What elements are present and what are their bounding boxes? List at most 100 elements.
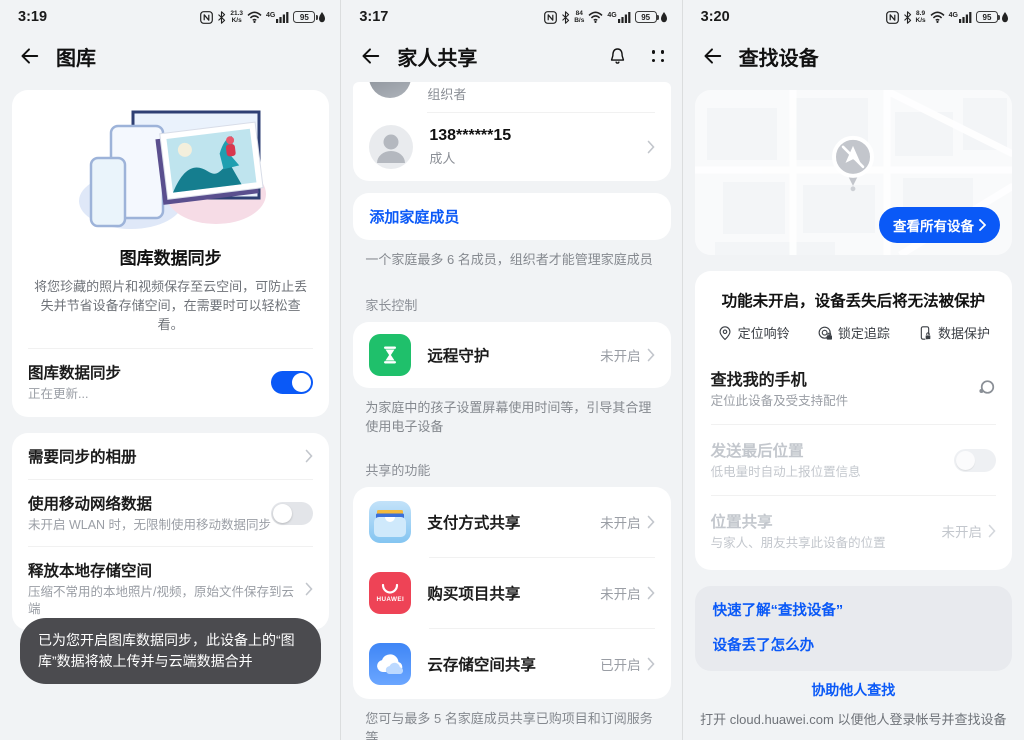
sync-card-title: 图库数据同步 (12, 244, 329, 269)
row-sublabel: 低电量时自动上报位置信息 (711, 464, 954, 481)
wifi-icon (588, 11, 603, 23)
row-label: 需要同步的相册 (28, 445, 305, 467)
status-icons: 84B/s 4G 95 (544, 10, 666, 24)
albums-to-sync-row[interactable]: 需要同步的相册 (12, 433, 329, 479)
feature-label: 定位响铃 (738, 323, 790, 342)
gallery-sync-card: 图库数据同步 将您珍藏的照片和视频保存至云空间，可防止丢失并节省设备存储空间，在… (12, 90, 329, 417)
organizer-member-row[interactable]: 组织者 (353, 82, 670, 112)
payment-sharing-row[interactable]: 支付方式共享 未开启 (353, 487, 670, 557)
send-last-location-row[interactable]: 发送最后位置 低电量时自动上报位置信息 (695, 425, 1012, 495)
parental-controls-card: 远程守护 未开启 (353, 322, 670, 388)
nfc-icon (544, 11, 557, 24)
page-title: 图库 (56, 42, 323, 71)
status-time: 3:17 (359, 9, 388, 25)
app-header: 家人共享 (341, 30, 682, 82)
locate-ring-feature: 定位响铃 (717, 323, 790, 342)
members-hint: 一个家庭最多 6 名成员，组织者才能管理家庭成员 (365, 250, 658, 269)
battery-icon: 95 (976, 11, 998, 23)
remote-guard-row[interactable]: 远程守护 未开启 (353, 322, 670, 388)
data-protection-feature: 数据保护 (917, 323, 990, 342)
map-pin-icon (717, 325, 733, 341)
device-map-card[interactable]: 查看所有设备 (695, 90, 1012, 255)
sync-card-description: 将您珍藏的照片和视频保存至云空间，可防止丢失并节省设备存储空间，在需要时可以轻松… (12, 269, 329, 348)
adult-member-row[interactable]: 138******15 成人 (353, 113, 670, 181)
status-bar: 3:19 21.3K/s 4G 95 (0, 0, 341, 30)
chevron-right-icon (647, 657, 655, 671)
charging-icon (661, 12, 667, 23)
wallet-icon (369, 501, 411, 543)
row-label: 位置共享 (711, 510, 942, 532)
charging-icon (319, 12, 325, 23)
feature-label: 数据保护 (938, 323, 990, 342)
gallery-sync-toggle-row[interactable]: 图库数据同步 正在更新... (12, 349, 329, 415)
back-icon[interactable] (18, 45, 40, 67)
bluetooth-icon (217, 11, 226, 24)
row-label: 远程守护 (427, 344, 600, 366)
row-sublabel: 与家人、朋友共享此设备的位置 (711, 535, 942, 552)
row-status: 未开启 (941, 521, 982, 541)
avatar (369, 82, 411, 98)
family-sharing-screen: 3:17 84B/s 4G 95 家人共享 组织者 1 (341, 0, 682, 740)
battery-icon: 95 (635, 11, 657, 23)
loading-spinner-icon (976, 379, 996, 397)
toggle-row-status: 正在更新... (28, 386, 271, 403)
signal-icon: 4G (949, 11, 972, 23)
row-label: 云存储空间共享 (427, 653, 600, 675)
appgallery-icon: HUAWEI (369, 572, 411, 614)
chevron-right-icon (988, 524, 996, 538)
cloud-storage-sharing-row[interactable]: 云存储空间共享 已开启 (353, 629, 670, 699)
member-role: 成人 (429, 148, 630, 167)
chevron-right-icon (647, 348, 655, 362)
find-footer: 协助他人查找 打开 cloud.huawei.com 以便他人登录帐号并查找设备 (683, 680, 1024, 728)
network-speed: 8.9K/s (916, 10, 926, 24)
row-label: 查找我的手机 (711, 366, 976, 390)
row-sublabel: 未开启 WLAN 时，无限制使用移动数据同步 (28, 517, 271, 534)
device-lost-help-link[interactable]: 设备丢了怎么办 (713, 636, 994, 656)
status-time: 3:19 (18, 9, 47, 25)
notification-bell-icon[interactable] (607, 45, 628, 67)
assist-others-link[interactable]: 协助他人查找 (683, 680, 1024, 700)
toast-message: 已为您开启图库数据同步，此设备上的“图库”数据将被上传并与云端数据合并 (20, 618, 321, 684)
add-family-member-button[interactable]: 添加家庭成员 (353, 193, 670, 240)
find-my-phone-row[interactable]: 查找我的手机 定位此设备及受支持配件 (695, 352, 1012, 424)
chevron-right-icon (647, 140, 655, 154)
find-device-status-card: 功能未开启，设备丢失后将无法被保护 定位响铃 锁定追踪 数据保护 查找我的手机 … (695, 271, 1012, 570)
back-icon[interactable] (359, 45, 381, 67)
appgallery-icon-text: HUAWEI (377, 596, 405, 603)
parental-controls-hint: 为家庭中的孩子设置屏幕使用时间等，引导其合理使用电子设备 (365, 398, 658, 436)
row-status: 已开启 (600, 654, 641, 674)
location-sharing-row[interactable]: 位置共享 与家人、朋友共享此设备的位置 未开启 (695, 496, 1012, 566)
more-options-icon[interactable] (652, 50, 665, 62)
row-label: 释放本地存储空间 (28, 559, 305, 581)
page-title: 查找设备 (739, 42, 1006, 71)
chevron-right-icon (647, 586, 655, 600)
status-bar: 3:17 84B/s 4G 95 (341, 0, 682, 30)
feature-warning-text: 功能未开启，设备丢失后将无法被保护 (695, 271, 1012, 315)
send-last-location-toggle[interactable] (954, 449, 996, 472)
signal-icon: 4G (607, 11, 630, 23)
chevron-right-icon (305, 449, 313, 463)
row-sublabel: 定位此设备及受支持配件 (711, 393, 976, 410)
wifi-icon (247, 11, 262, 23)
view-all-devices-button[interactable]: 查看所有设备 (879, 207, 1000, 243)
row-status: 未开启 (600, 512, 641, 532)
mobile-data-row[interactable]: 使用移动网络数据 未开启 WLAN 时，无限制使用移动数据同步 (12, 480, 329, 546)
bluetooth-icon (903, 11, 912, 24)
help-links-card: 快速了解“查找设备” 设备丢了怎么办 (695, 586, 1012, 671)
purchase-sharing-row[interactable]: HUAWEI 购买项目共享 未开启 (353, 558, 670, 628)
mobile-data-toggle[interactable] (271, 502, 313, 525)
app-header: 图库 (0, 30, 341, 82)
shared-features-card: 支付方式共享 未开启 HUAWEI 购买项目共享 未开启 云存储空间共享 已开启 (353, 487, 670, 699)
back-icon[interactable] (701, 45, 723, 67)
bluetooth-icon (561, 11, 570, 24)
learn-find-device-link[interactable]: 快速了解“查找设备” (713, 601, 994, 621)
parental-controls-section-label: 家长控制 (365, 295, 666, 314)
row-sublabel: 压缩不常用的本地照片/视频，原始文件保存到云端 (28, 584, 305, 618)
wifi-icon (930, 11, 945, 23)
feature-badges: 定位响铃 锁定追踪 数据保护 (695, 315, 1012, 352)
lock-track-icon (817, 325, 833, 341)
gallery-sync-toggle[interactable] (271, 371, 313, 394)
status-bar: 3:20 8.9K/s 4G 95 (683, 0, 1024, 30)
shared-features-hint: 您可与最多 5 名家庭成员共享已购项目和订阅服务等 (365, 709, 658, 740)
charging-icon (1002, 12, 1008, 23)
